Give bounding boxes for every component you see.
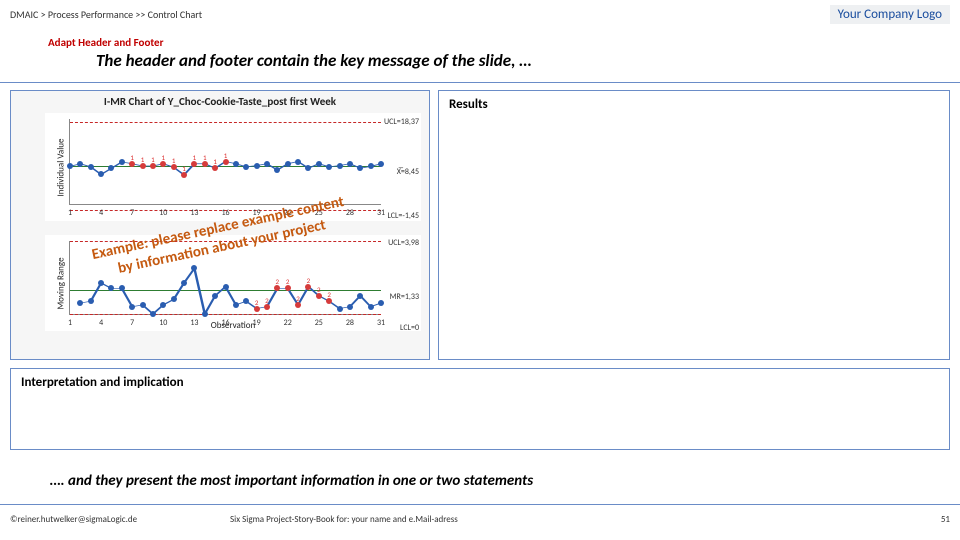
- footer-center: Six Sigma Project-Story-Book for: your n…: [210, 514, 890, 525]
- footer: ©reiner.hutwelker@sigmaLogic.de Six Sigm…: [0, 504, 960, 534]
- divider-top: [0, 82, 960, 83]
- chart-title: I-MR Chart of Y_Choc-Cookie-Taste_post f…: [11, 95, 429, 108]
- iv-plotarea: 11111111111471013161922252831: [69, 119, 381, 205]
- mr-xlabel: Observation: [45, 320, 421, 331]
- subchart-individual: Individual Value 11111111111471013161922…: [45, 113, 421, 221]
- chart-panel: I-MR Chart of Y_Choc-Cookie-Taste_post f…: [10, 90, 430, 360]
- slide-headline: The header and footer contain the key me…: [96, 50, 531, 71]
- results-title: Results: [449, 97, 939, 112]
- slide-footline: …. and they present the most important i…: [50, 472, 533, 490]
- breadcrumb: DMAIC > Process Performance >> Control C…: [10, 8, 202, 21]
- company-logo: Your Company Logo: [830, 5, 950, 24]
- results-panel: Results: [438, 90, 950, 360]
- interpretation-title: Interpretation and implication: [21, 375, 939, 390]
- footer-page-number: 51: [890, 514, 950, 525]
- mr-ucl-label: UCL=3,98: [388, 238, 419, 248]
- mr-center-label: MR=1,33: [390, 292, 419, 302]
- content-area: I-MR Chart of Y_Choc-Cookie-Taste_post f…: [10, 90, 950, 470]
- footer-author: ©reiner.hutwelker@sigmaLogic.de: [10, 514, 210, 525]
- interpretation-panel: Interpretation and implication: [10, 368, 950, 450]
- mr-ylabel: Moving Range: [56, 257, 67, 309]
- iv-center-label: X̅=8,45: [397, 167, 419, 177]
- iv-lcl-label: LCL=-1,45: [388, 211, 420, 221]
- adapt-label: Adapt Header and Footer: [48, 36, 164, 49]
- iv-ucl-label: UCL=18,37: [384, 117, 419, 127]
- iv-ylabel: Individual Value: [56, 138, 67, 196]
